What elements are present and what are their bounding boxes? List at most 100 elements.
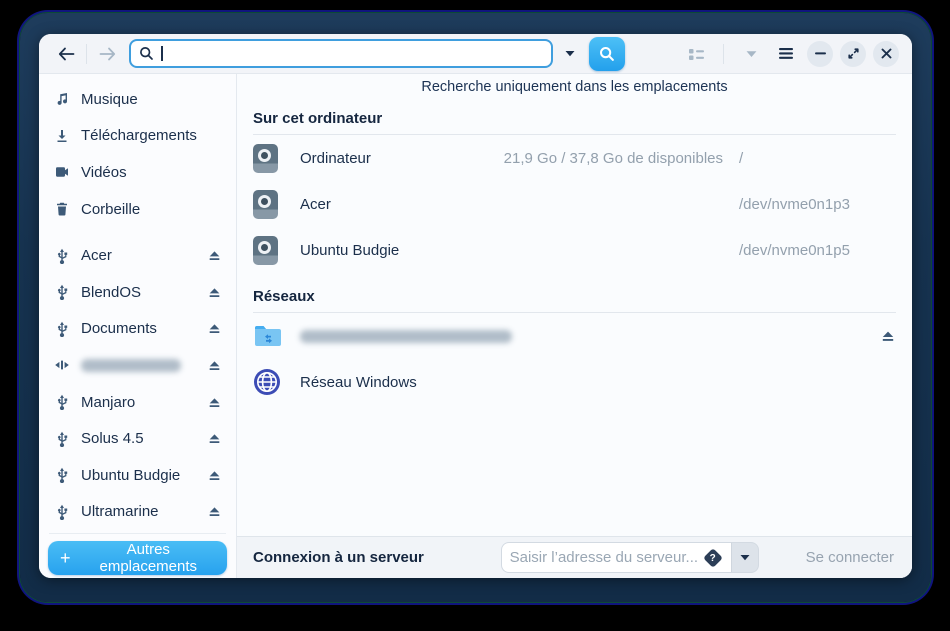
- remote-mount-icon: [54, 357, 70, 373]
- search-scope-hint: Recherche uniquement dans les emplacemen…: [253, 79, 896, 95]
- content-area: Recherche uniquement dans les emplacemen…: [237, 74, 912, 578]
- sidebar-item-corbeille[interactable]: Corbeille: [39, 191, 236, 228]
- search-history-dropdown[interactable]: [559, 40, 581, 68]
- sidebar: Musique Téléchargements Vidéos Corbeille: [39, 74, 237, 578]
- server-address-input[interactable]: [510, 549, 703, 566]
- server-address-group: ?: [501, 542, 759, 573]
- sidebar-item-label: Ubuntu Budgie: [81, 467, 180, 484]
- close-icon: [881, 48, 892, 59]
- eject-icon: [207, 396, 222, 409]
- redacted-label: [81, 359, 181, 372]
- location-row-ubuntu-budgie[interactable]: Ubuntu Budgie /dev/nvme0n1p5: [253, 227, 896, 273]
- location-row-windows-network[interactable]: Réseau Windows: [253, 359, 896, 405]
- network-folder-icon: [253, 323, 283, 349]
- harddisk-icon: [253, 144, 278, 173]
- trash-icon: [54, 201, 70, 217]
- locations-list: Recherche uniquement dans les emplacemen…: [237, 74, 912, 536]
- sidebar-item-label: Documents: [81, 320, 157, 337]
- divider: [723, 44, 724, 64]
- sidebar-item-label: Manjaro: [81, 394, 135, 411]
- other-locations-label: Autres emplacements: [82, 541, 215, 575]
- sidebar-item-label: Vidéos: [81, 164, 127, 181]
- mount-path: /: [739, 150, 896, 167]
- toolbar: [39, 34, 912, 74]
- eject-button[interactable]: [207, 322, 222, 335]
- eject-button[interactable]: [207, 359, 222, 372]
- sidebar-item-label: Corbeille: [81, 201, 140, 218]
- usb-icon: [54, 321, 70, 337]
- chevron-down-icon: [740, 554, 750, 561]
- minimize-button[interactable]: [807, 41, 833, 67]
- location-row-ordinateur[interactable]: Ordinateur 21,9 Go / 37,8 Go de disponib…: [253, 135, 896, 181]
- hamburger-icon: [778, 47, 794, 60]
- sidebar-item-label: Solus 4.5: [81, 430, 144, 447]
- connect-button[interactable]: Se connecter: [806, 549, 894, 566]
- back-button[interactable]: [52, 40, 80, 68]
- sidebar-item-ubuntu-budgie[interactable]: Ubuntu Budgie: [39, 457, 236, 494]
- sidebar-item-label: Ultramarine: [81, 503, 159, 520]
- usb-icon: [54, 284, 70, 300]
- desktop: Musique Téléchargements Vidéos Corbeille: [0, 0, 950, 631]
- eject-button[interactable]: [207, 286, 222, 299]
- globe-icon: [253, 368, 281, 396]
- help-icon[interactable]: ?: [703, 548, 723, 568]
- sidebar-item-label: Téléchargements: [81, 127, 197, 144]
- location-name: Réseau Windows: [300, 374, 417, 391]
- location-row-acer[interactable]: Acer /dev/nvme0n1p3: [253, 181, 896, 227]
- download-icon: [54, 128, 70, 144]
- back-arrow-icon: [58, 47, 75, 61]
- sidebar-item-documents[interactable]: Documents: [39, 311, 236, 348]
- eject-icon: [207, 359, 222, 372]
- search-go-button[interactable]: [589, 37, 625, 71]
- sidebar-item-other-locations[interactable]: + Autres emplacements: [48, 541, 227, 575]
- close-button[interactable]: [873, 41, 899, 67]
- maximize-icon: [847, 47, 860, 60]
- location-name: Acer: [300, 196, 331, 213]
- minimize-icon: [815, 52, 826, 55]
- eject-button[interactable]: [207, 469, 222, 482]
- eject-button[interactable]: [207, 249, 222, 262]
- sidebar-item-telechargements[interactable]: Téléchargements: [39, 118, 236, 155]
- eject-button[interactable]: [207, 396, 222, 409]
- search-input[interactable]: [129, 39, 553, 68]
- section-title-networks: Réseaux: [253, 288, 896, 305]
- maximize-button[interactable]: [840, 41, 866, 67]
- sidebar-item-acer[interactable]: Acer: [39, 237, 236, 274]
- sidebar-item-videos[interactable]: Vidéos: [39, 154, 236, 191]
- sidebar-item-remote-redacted[interactable]: [39, 347, 236, 384]
- eject-button[interactable]: [880, 329, 896, 343]
- recent-servers-dropdown[interactable]: [731, 542, 759, 573]
- search-icon: [599, 46, 615, 62]
- view-options-dropdown[interactable]: [737, 40, 765, 68]
- connect-server-label: Connexion à un serveur: [253, 549, 424, 566]
- eject-button[interactable]: [207, 432, 222, 445]
- sidebar-item-musique[interactable]: Musique: [39, 81, 236, 118]
- video-camera-icon: [54, 164, 70, 180]
- usb-icon: [54, 504, 70, 520]
- sidebar-item-manjaro[interactable]: Manjaro: [39, 384, 236, 421]
- sidebar-item-ultramarine[interactable]: Ultramarine: [39, 494, 236, 531]
- sidebar-item-solus[interactable]: Solus 4.5: [39, 420, 236, 457]
- server-address-field[interactable]: ?: [501, 542, 731, 573]
- files-window: Musique Téléchargements Vidéos Corbeille: [39, 34, 912, 578]
- eject-icon: [207, 286, 222, 299]
- text-cursor: [161, 46, 163, 61]
- location-name: Ordinateur: [300, 150, 371, 167]
- location-row-server-redacted[interactable]: [253, 313, 896, 359]
- sidebar-item-label: Acer: [81, 247, 112, 264]
- connect-server-bar: Connexion à un serveur ? Se connecter: [237, 536, 912, 578]
- view-list-button[interactable]: [682, 40, 710, 68]
- eject-icon: [207, 432, 222, 445]
- sidebar-spacer: [39, 227, 236, 237]
- harddisk-icon: [253, 190, 278, 219]
- eject-icon: [207, 469, 222, 482]
- forward-arrow-icon: [99, 47, 116, 61]
- eject-icon: [880, 329, 896, 343]
- eject-icon: [207, 322, 222, 335]
- menu-button[interactable]: [772, 40, 800, 68]
- eject-button[interactable]: [207, 505, 222, 518]
- free-space-text: 21,9 Go / 37,8 Go de disponibles: [504, 150, 739, 167]
- mount-path: /dev/nvme0n1p3: [739, 196, 896, 213]
- sidebar-item-blendos[interactable]: BlendOS: [39, 274, 236, 311]
- forward-button[interactable]: [93, 40, 121, 68]
